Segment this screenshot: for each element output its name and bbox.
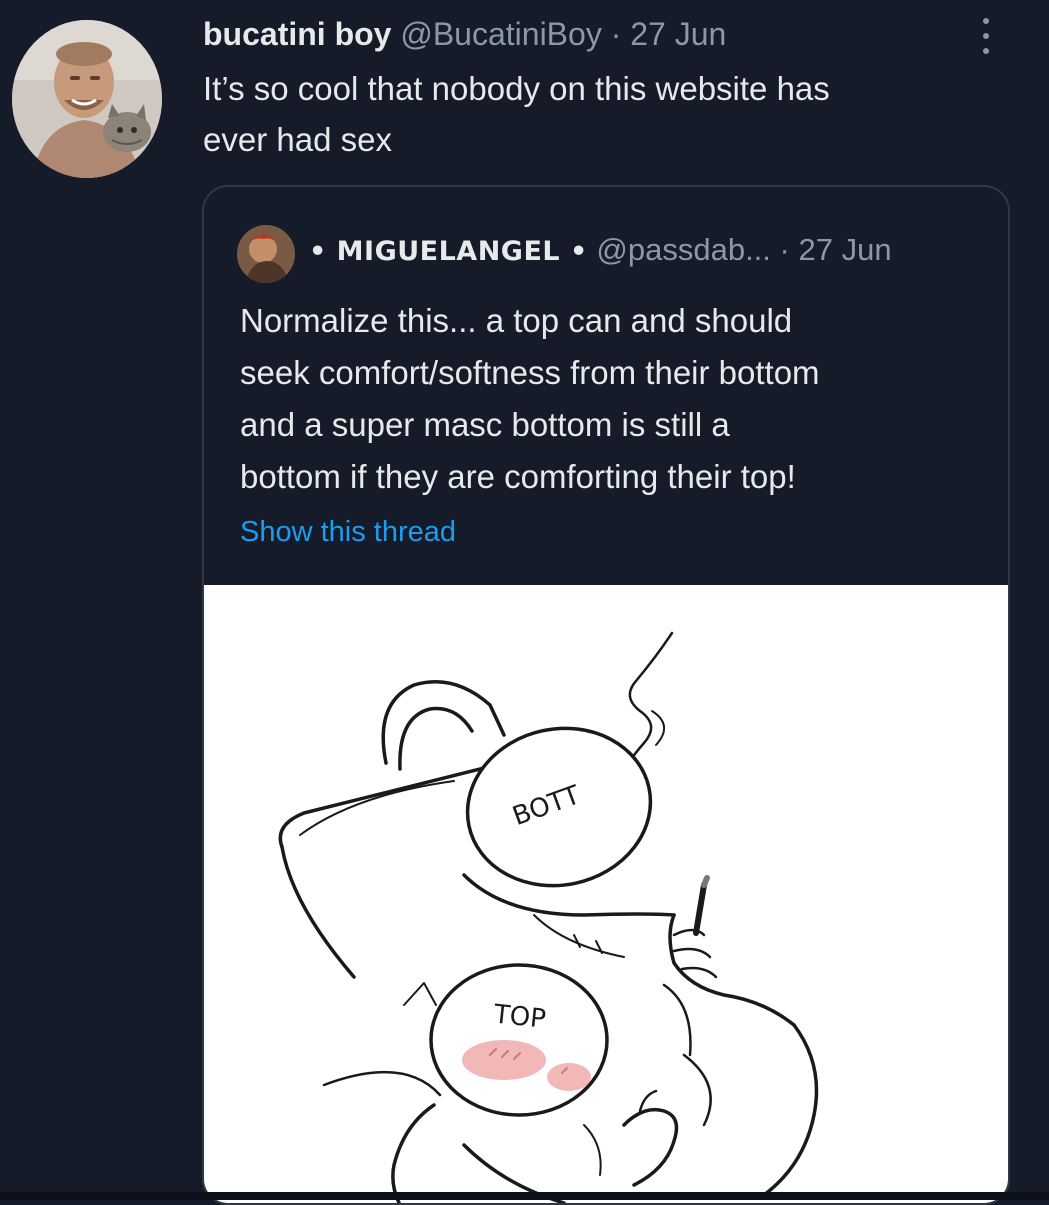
- quoted-text-line: Normalize this... a top can and should: [240, 302, 793, 339]
- quoted-author-name[interactable]: • MIGUELANGEL •: [309, 236, 588, 267]
- header-separator: ·: [610, 16, 622, 52]
- quoted-text-line: bottom if they are comforting their top!: [240, 458, 796, 495]
- tweet-header: bucatini boy @BucatiniBoy · 27 Jun: [203, 14, 726, 54]
- tweet-text-line: ever had sex: [203, 121, 392, 158]
- quoted-text-line: seek comfort/softness from their bottom: [240, 354, 820, 391]
- tweet-date[interactable]: 27 Jun: [630, 16, 726, 52]
- quoted-tweet-header: • MIGUELANGEL • @passdab... · 27 Jun: [309, 230, 892, 272]
- quoted-text-line: and a super masc bottom is still a: [240, 406, 730, 443]
- top-label: TOP: [491, 999, 547, 1034]
- more-dot: [983, 33, 989, 39]
- quoted-tweet-text: Normalize this... a top can and should s…: [240, 295, 990, 503]
- more-vertical-icon[interactable]: [974, 16, 998, 56]
- more-dot: [983, 48, 989, 54]
- show-thread-link[interactable]: Show this thread: [240, 512, 456, 552]
- quoted-author-avatar[interactable]: [237, 225, 295, 283]
- author-display-name[interactable]: bucatini boy: [203, 16, 391, 52]
- tweet-text-line: It’s so cool that nobody on this website…: [203, 70, 830, 107]
- bottom-border: [0, 1192, 1049, 1200]
- quoted-header-separator: ·: [779, 232, 790, 267]
- author-handle[interactable]: @BucatiniBoy: [400, 16, 601, 52]
- quoted-tweet-date[interactable]: 27 Jun: [798, 232, 891, 267]
- tweet[interactable]: bucatini boy @BucatiniBoy · 27 Jun It’s …: [0, 0, 1049, 1205]
- quoted-tweet-image[interactable]: BOTT TOP: [204, 585, 1008, 1203]
- quoted-author-handle[interactable]: @passdab...: [596, 232, 771, 267]
- tweet-text: It’s so cool that nobody on this website…: [203, 63, 993, 165]
- more-dot: [983, 18, 989, 24]
- author-avatar[interactable]: [12, 20, 162, 178]
- quoted-tweet-card[interactable]: • MIGUELANGEL • @passdab... · 27 Jun Nor…: [202, 185, 1010, 1205]
